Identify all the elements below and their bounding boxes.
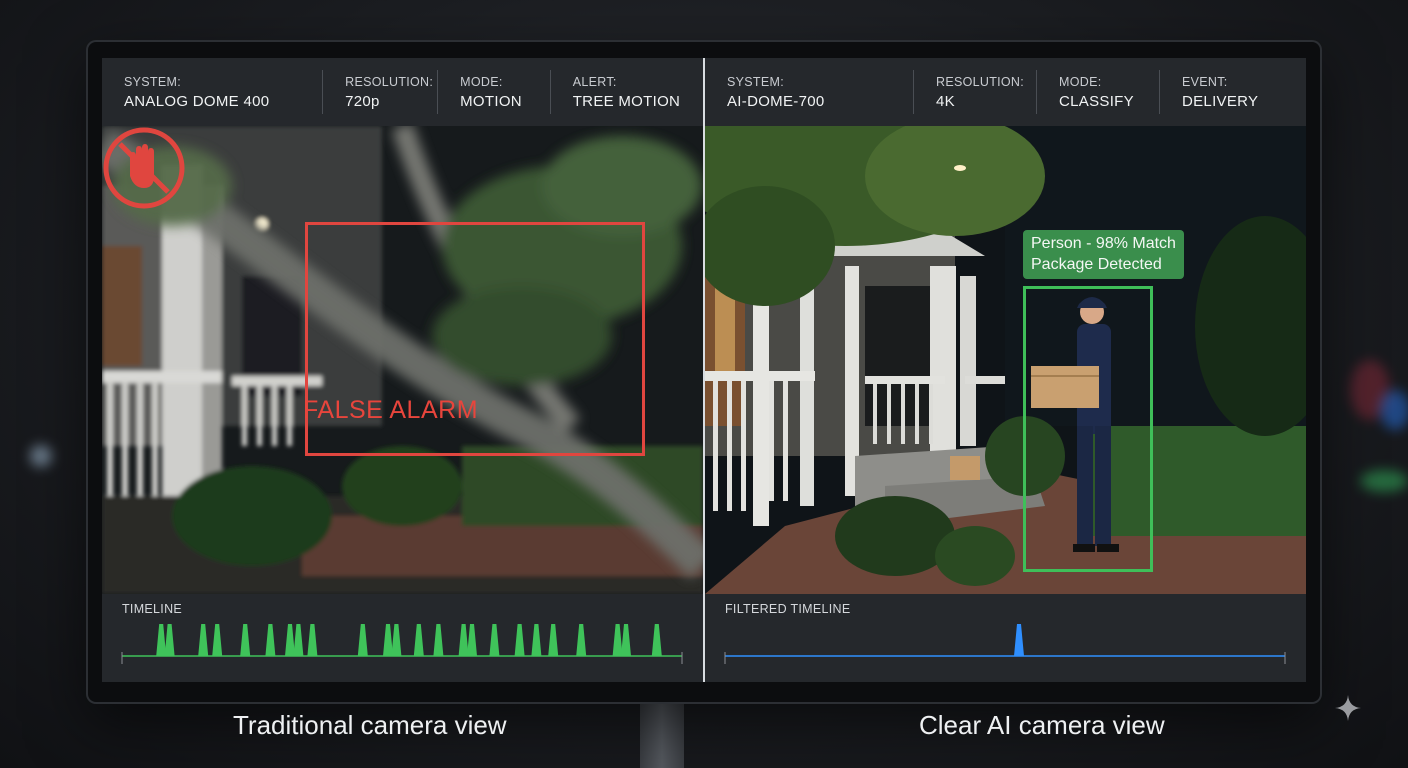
alert-field: ALERT: TREE MOTION	[551, 70, 703, 114]
timeline-event-spike	[391, 624, 402, 656]
sparkle-icon	[1335, 695, 1361, 721]
detection-line-2: Package Detected	[1031, 256, 1162, 273]
resolution-value: 4K	[936, 92, 955, 110]
timeline-event-spike	[240, 624, 251, 656]
resolution-label: RESOLUTION:	[345, 74, 434, 89]
timeline-event-spike	[265, 624, 276, 656]
alert-value: TREE MOTION	[572, 92, 681, 110]
system-field: SYSTEM: AI-DOME-700	[705, 70, 914, 114]
mode-value: CLASSIFY	[1059, 92, 1134, 110]
background-light	[30, 445, 52, 467]
timeline-event-spike	[621, 624, 631, 656]
timeline-event-spike	[413, 624, 424, 656]
ai-camera-feed: Person - 98% Match Package Detected	[705, 126, 1306, 594]
system-value: AI-DOME-700	[727, 92, 825, 110]
mode-value: MOTION	[460, 92, 522, 110]
timeline-event-spike	[383, 624, 393, 656]
resolution-label: RESOLUTION:	[936, 74, 1025, 89]
monitor-screen: SYSTEM: ANALOG DOME 400 RESOLUTION: 720p…	[102, 58, 1306, 682]
timeline-event-spike	[307, 624, 318, 656]
system-label: SYSTEM:	[124, 74, 181, 89]
detection-line-1: Person - 98% Match	[1031, 235, 1176, 252]
timeline-chart	[121, 624, 683, 664]
timeline-event-spike	[467, 624, 477, 656]
timeline-event-spike	[293, 624, 304, 656]
event-label: EVENT:	[1182, 74, 1228, 89]
no-hand-icon	[103, 127, 185, 209]
timeline-event-spike	[357, 624, 368, 656]
ai-caption: Clear AI camera view	[919, 710, 1165, 740]
system-label: SYSTEM:	[727, 74, 784, 89]
ai-camera-panel: SYSTEM: AI-DOME-700 RESOLUTION: 4K MODE:…	[705, 58, 1306, 682]
resolution-value: 720p	[345, 92, 380, 110]
person-detection-box	[1023, 286, 1153, 572]
timeline-event-spike	[514, 624, 525, 656]
timeline-event-spike	[489, 624, 500, 656]
timeline-event-spike	[212, 624, 223, 656]
timeline-event-spike	[285, 624, 295, 656]
traditional-camera-panel: SYSTEM: ANALOG DOME 400 RESOLUTION: 720p…	[102, 58, 703, 682]
detection-label: Person - 98% Match Package Detected	[1023, 230, 1184, 279]
system-field: SYSTEM: ANALOG DOME 400	[102, 70, 324, 114]
traditional-caption: Traditional camera view	[233, 710, 507, 740]
timeline-event-spike	[458, 624, 469, 656]
timeline-event-spike	[651, 624, 662, 656]
monitor-stand	[640, 700, 684, 768]
mode-field: MODE: MOTION	[438, 70, 551, 114]
system-value: ANALOG DOME 400	[124, 92, 270, 110]
background-light	[1380, 390, 1408, 430]
mode-label: MODE:	[1059, 74, 1102, 89]
timeline-event-spike	[156, 624, 167, 656]
timeline-event-spike	[548, 624, 559, 656]
filtered-timeline-chart	[724, 624, 1286, 664]
mode-field: MODE: CLASSIFY	[1037, 70, 1160, 114]
timeline-event-spike	[433, 624, 444, 656]
timeline-event-spike	[576, 624, 587, 656]
background-light	[1360, 470, 1408, 492]
timeline-event-spike	[164, 624, 175, 656]
timeline-event-spike	[531, 624, 542, 656]
timeline-event-spike	[1014, 624, 1024, 656]
timeline-event-spike	[198, 624, 209, 656]
camera-info-bar: SYSTEM: ANALOG DOME 400 RESOLUTION: 720p…	[102, 58, 703, 126]
resolution-field: RESOLUTION: 4K	[914, 70, 1037, 114]
alert-label: ALERT:	[572, 74, 617, 89]
mode-label: MODE:	[460, 74, 503, 89]
false-alarm-label: FALSE ALARM	[303, 396, 479, 424]
camera-info-bar: SYSTEM: AI-DOME-700 RESOLUTION: 4K MODE:…	[705, 58, 1306, 126]
resolution-field: RESOLUTION: 720p	[323, 70, 439, 114]
traditional-camera-feed: FALSE ALARM	[102, 126, 703, 594]
filtered-timeline: FILTERED TIMELINE	[705, 594, 1306, 682]
timeline-event-spike	[612, 624, 623, 656]
monitor: SYSTEM: ANALOG DOME 400 RESOLUTION: 720p…	[88, 42, 1320, 702]
timeline: TIMELINE	[102, 594, 703, 682]
event-value: DELIVERY	[1182, 92, 1259, 110]
porch-scene-clear	[705, 126, 1306, 594]
event-field: EVENT: DELIVERY	[1160, 70, 1296, 114]
